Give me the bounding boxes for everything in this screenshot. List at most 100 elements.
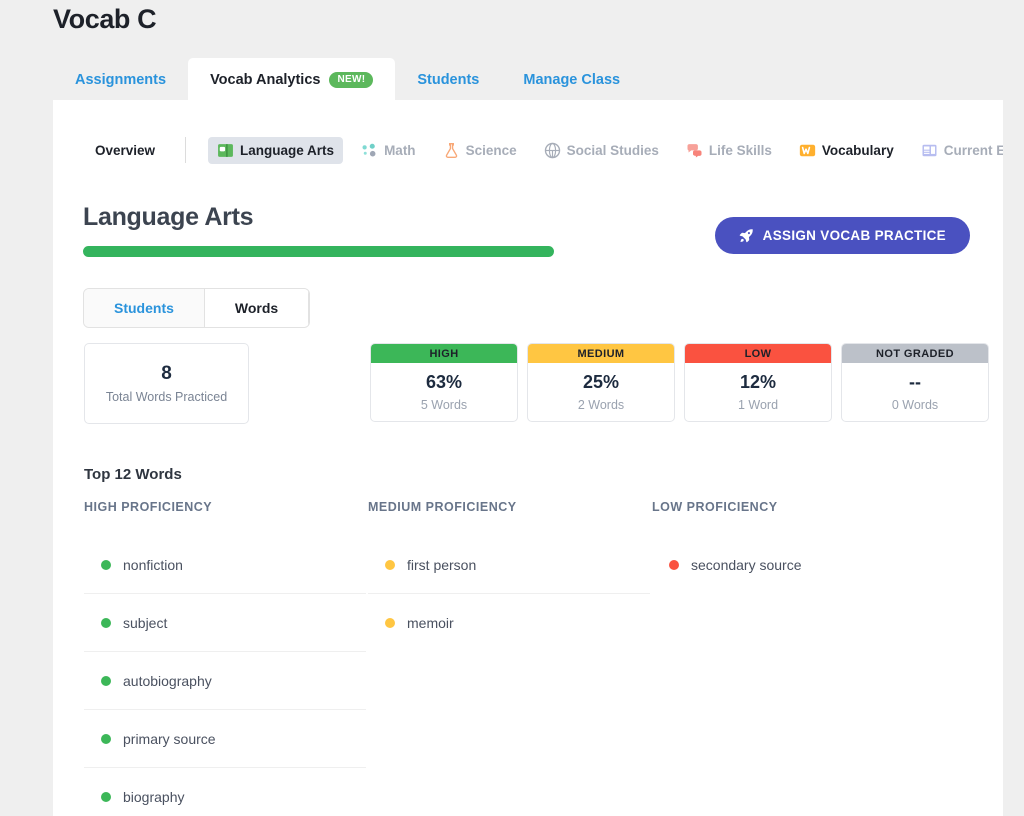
tab-new-badge: NEW! bbox=[329, 71, 374, 88]
word-label: first person bbox=[407, 556, 477, 573]
word-row[interactable]: nonfiction bbox=[84, 536, 366, 594]
proficiency-dot-icon bbox=[101, 617, 111, 628]
proficiency-word-count: 2 Words bbox=[577, 397, 625, 412]
proficiency-dot-icon bbox=[101, 791, 111, 802]
word-row[interactable]: secondary source bbox=[652, 536, 934, 593]
total-words-value: 8 bbox=[161, 363, 172, 385]
word-label: nonfiction bbox=[123, 556, 183, 573]
proficiency-card-not-graded: NOT GRADED -- 0 Words bbox=[841, 343, 989, 422]
word-label: biography bbox=[123, 788, 185, 805]
w-letter-icon bbox=[799, 142, 816, 159]
tab-label: Students bbox=[417, 71, 480, 88]
proficiency-card-medium: MEDIUM 25% 2 Words bbox=[527, 343, 675, 422]
proficiency-card-high: HIGH 63% 5 Words bbox=[370, 343, 518, 422]
toggle-students[interactable]: Students bbox=[84, 289, 204, 327]
subject-item-label: Life Skills bbox=[708, 142, 772, 158]
word-columns: HIGH PROFICIENCY nonfiction subject autobio… bbox=[84, 500, 974, 816]
word-column-header: MEDIUM PROFICIENCY bbox=[368, 500, 517, 514]
proficiency-card-header: NOT GRADED bbox=[842, 344, 988, 363]
proficiency-dot-icon bbox=[101, 733, 111, 744]
word-column-low-proficiency: LOW PROFICIENCY secondary source bbox=[652, 500, 934, 816]
word-row[interactable]: autobiography bbox=[84, 652, 366, 710]
word-column-header: LOW PROFICIENCY bbox=[652, 500, 778, 514]
assign-vocab-practice-button[interactable]: ASSIGN VOCAB PRACTICE bbox=[714, 217, 970, 254]
globe-icon bbox=[544, 142, 561, 159]
word-row[interactable]: first person bbox=[368, 536, 650, 594]
subject-item-science[interactable]: Science bbox=[434, 137, 526, 164]
proficiency-dot-icon bbox=[385, 559, 395, 570]
subject-list: Language Arts Math Science Social Studies Li… bbox=[208, 136, 1003, 164]
proficiency-dot-icon bbox=[101, 675, 111, 686]
proficiency-card-header: HIGH bbox=[371, 344, 517, 363]
subject-item-label: Social Studies bbox=[566, 142, 659, 158]
students-words-toggle: Students Words bbox=[83, 288, 311, 328]
word-label: memoir bbox=[407, 614, 454, 631]
subject-item-life-skills[interactable]: Life Skills bbox=[677, 137, 781, 164]
math-nodes-icon bbox=[361, 142, 378, 159]
word-column-high-proficiency: HIGH PROFICIENCY nonfiction subject autobio… bbox=[84, 500, 366, 816]
proficiency-percent: 63% bbox=[425, 372, 463, 393]
word-label: primary source bbox=[123, 730, 216, 747]
word-column-medium-proficiency: MEDIUM PROFICIENCY first person memoir bbox=[368, 500, 650, 816]
proficiency-card-header: MEDIUM bbox=[528, 344, 674, 363]
proficiency-progress-bar bbox=[83, 246, 703, 257]
assign-button-label: ASSIGN VOCAB PRACTICE bbox=[762, 228, 946, 243]
word-row[interactable]: subject bbox=[84, 594, 366, 652]
proficiency-cards: HIGH 63% 5 Words MEDIUM 25% 2 Words LOW 12% 1 Wo… bbox=[370, 343, 989, 422]
chat-bubbles-icon bbox=[686, 142, 703, 159]
subject-item-label: Science bbox=[465, 142, 517, 158]
tab-vocab-analytics[interactable]: Vocab Analytics NEW! bbox=[188, 58, 396, 101]
proficiency-card-body: 25% 2 Words bbox=[528, 363, 674, 421]
subject-item-label: Current Events bbox=[943, 142, 1003, 158]
page-title: Vocab C bbox=[53, 4, 157, 34]
rocket-icon bbox=[739, 228, 754, 243]
subject-item-social-studies[interactable]: Social Studies bbox=[535, 137, 668, 164]
proficiency-percent: 25% bbox=[582, 372, 620, 393]
proficiency-word-count: 0 Words bbox=[891, 397, 939, 412]
proficiency-dot-icon bbox=[385, 617, 395, 628]
top-words-title: Top 12 Words bbox=[84, 466, 182, 483]
analytics-card: Overview Language Arts Math Science Social … bbox=[53, 100, 1003, 816]
tab-label: Vocab Analytics bbox=[210, 71, 321, 88]
word-column-header: HIGH PROFICIENCY bbox=[84, 500, 213, 514]
proficiency-card-header: LOW bbox=[685, 344, 831, 363]
main-tab-strip: Assignments Vocab Analytics NEW! Students Ma… bbox=[53, 58, 642, 101]
proficiency-card-body: 12% 1 Word bbox=[685, 363, 831, 421]
word-label: subject bbox=[123, 614, 168, 631]
newspaper-icon bbox=[921, 142, 938, 159]
proficiency-card-body: 63% 5 Words bbox=[371, 363, 517, 421]
tab-students[interactable]: Students bbox=[395, 58, 501, 101]
proficiency-percent: -- bbox=[909, 372, 921, 393]
subject-item-language-arts[interactable]: Language Arts bbox=[208, 136, 344, 164]
subject-nav: Overview Language Arts Math Science Social … bbox=[95, 135, 1003, 165]
flask-icon bbox=[443, 142, 460, 159]
subject-item-label: Math bbox=[384, 142, 416, 158]
tab-label: Assignments bbox=[75, 71, 167, 88]
proficiency-card-low: LOW 12% 1 Word bbox=[684, 343, 832, 422]
proficiency-progress-fill bbox=[83, 246, 555, 257]
subject-item-label: Vocabulary bbox=[821, 142, 894, 158]
tab-manage-class[interactable]: Manage Class bbox=[501, 58, 642, 101]
word-row[interactable]: primary source bbox=[84, 710, 366, 768]
proficiency-percent: 12% bbox=[739, 372, 777, 393]
word-row[interactable]: biography bbox=[84, 768, 366, 816]
total-words-label: Total Words Practiced bbox=[105, 389, 228, 404]
proficiency-word-count: 1 Word bbox=[737, 397, 779, 412]
word-label: autobiography bbox=[123, 672, 212, 689]
word-label: secondary source bbox=[691, 556, 802, 573]
proficiency-word-count: 5 Words bbox=[420, 397, 468, 412]
nav-divider bbox=[185, 137, 187, 163]
subject-item-current-events[interactable]: Current Events bbox=[912, 137, 1003, 164]
total-words-card: 8 Total Words Practiced bbox=[84, 343, 249, 424]
subject-item-vocabulary[interactable]: Vocabulary bbox=[790, 137, 903, 164]
proficiency-dot-icon bbox=[101, 559, 111, 570]
tab-assignments[interactable]: Assignments bbox=[53, 58, 188, 101]
subject-item-math[interactable]: Math bbox=[352, 137, 425, 164]
subject-nav-overview[interactable]: Overview bbox=[95, 143, 185, 158]
tab-label: Manage Class bbox=[523, 71, 621, 88]
word-row[interactable]: memoir bbox=[368, 594, 650, 651]
page-headline: Language Arts bbox=[83, 203, 254, 231]
subject-item-label: Language Arts bbox=[240, 142, 335, 158]
proficiency-dot-icon bbox=[669, 559, 679, 570]
toggle-words[interactable]: Words bbox=[203, 289, 310, 327]
